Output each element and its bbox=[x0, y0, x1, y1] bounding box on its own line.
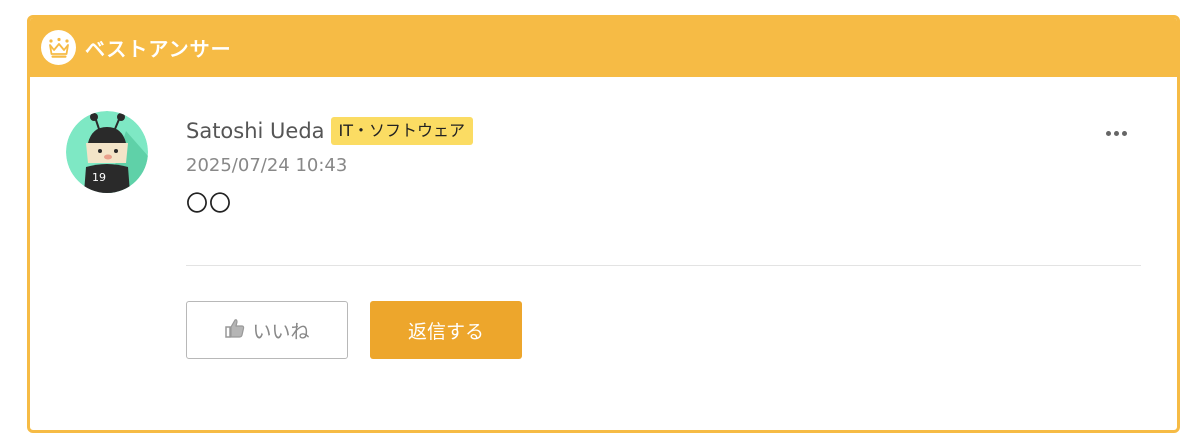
best-answer-title: ベストアンサー bbox=[85, 37, 232, 61]
post-date: 2025/07/24 10:43 bbox=[186, 155, 348, 176]
like-button[interactable]: いいね bbox=[186, 301, 348, 359]
dot bbox=[1114, 131, 1119, 136]
answer-post: Satoshi Ueda IT・ソフトウェア 2025/07/24 10:43 … bbox=[186, 113, 1141, 218]
answer-body: 19 Satoshi Ueda IT・ソフトウェア 2025/07/24 10:… bbox=[30, 77, 1177, 430]
like-label: いいね bbox=[252, 320, 310, 343]
post-body: 〇〇 bbox=[186, 192, 233, 217]
dot bbox=[1122, 131, 1127, 136]
avatar[interactable]: 19 bbox=[66, 111, 148, 193]
best-answer-header: ベストアンサー bbox=[30, 18, 1177, 77]
avatar-number: 19 bbox=[92, 171, 106, 184]
author-row: Satoshi Ueda IT・ソフトウェア bbox=[186, 113, 1141, 149]
best-answer-card: ベストアンサー 19 Satoshi Ueda IT・ソフトウェア 2025/0… bbox=[27, 15, 1180, 433]
answer-actions: いいね 返信する bbox=[186, 301, 522, 359]
reply-button[interactable]: 返信する bbox=[370, 301, 522, 359]
crown-icon bbox=[41, 30, 76, 65]
author-name[interactable]: Satoshi Ueda bbox=[186, 119, 325, 143]
more-dots-icon[interactable] bbox=[1102, 127, 1131, 140]
divider bbox=[186, 265, 1141, 266]
thumbs-up-icon bbox=[224, 317, 246, 344]
dot bbox=[1106, 131, 1111, 136]
category-tag[interactable]: IT・ソフトウェア bbox=[330, 117, 474, 145]
